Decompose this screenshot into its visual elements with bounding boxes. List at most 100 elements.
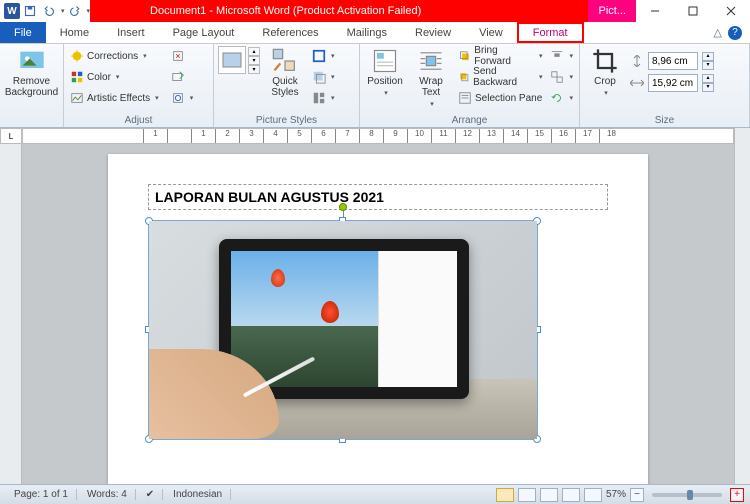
ruler-vertical[interactable] (0, 144, 22, 484)
zoom-thumb[interactable] (687, 490, 693, 500)
view-print-layout[interactable] (496, 488, 514, 502)
width-input[interactable]: 15,92 cm (648, 74, 698, 92)
corrections-button[interactable]: Corrections▾ (68, 46, 161, 66)
close-button[interactable] (712, 0, 750, 22)
ribbon: Remove Background Corrections▾ Color▾ Ar… (0, 44, 750, 128)
view-outline[interactable] (562, 488, 580, 502)
wrap-text-icon (417, 47, 445, 75)
crop-icon (591, 47, 619, 75)
width-up[interactable]: ▴ (702, 74, 714, 83)
selection-pane-icon (458, 91, 472, 105)
compress-icon (171, 49, 185, 63)
group-label-size: Size (584, 114, 745, 127)
tab-mailings[interactable]: Mailings (333, 22, 401, 43)
selected-picture[interactable] (148, 220, 538, 440)
tab-page-layout[interactable]: Page Layout (159, 22, 249, 43)
tab-insert[interactable]: Insert (103, 22, 159, 43)
height-icon (630, 55, 644, 67)
width-spinner[interactable]: 15,92 cm ▴▾ (630, 74, 714, 92)
view-web-layout[interactable] (540, 488, 558, 502)
window-title: Document1 - Microsoft Word (Product Acti… (90, 0, 588, 22)
width-icon (630, 77, 644, 89)
ribbon-tabs: File Home Insert Page Layout References … (0, 22, 750, 44)
window-controls (636, 0, 750, 22)
quick-styles-icon (271, 47, 299, 75)
height-down[interactable]: ▾ (702, 61, 714, 70)
maximize-button[interactable] (674, 0, 712, 22)
align-button[interactable]: ▾ (548, 46, 575, 66)
width-down[interactable]: ▾ (702, 83, 714, 92)
tab-file[interactable]: File (0, 22, 46, 43)
undo-dropdown-icon[interactable]: ▾ (61, 7, 65, 15)
zoom-in-button[interactable]: + (730, 488, 744, 502)
zoom-slider[interactable] (652, 493, 722, 497)
redo-icon[interactable] (66, 2, 84, 20)
picture-effects-button[interactable]: ▾ (310, 67, 337, 87)
wrap-text-button[interactable]: Wrap Text▾ (410, 46, 452, 110)
status-page[interactable]: Page: 1 of 1 (6, 489, 77, 500)
send-backward-button[interactable]: Send Backward▾ (456, 67, 544, 87)
artistic-effects-button[interactable]: Artistic Effects▾ (68, 88, 161, 108)
height-spinner[interactable]: 8,96 cm ▴▾ (630, 52, 714, 70)
group-adjust: Corrections▾ Color▾ Artistic Effects▾ ▾ … (64, 44, 214, 127)
color-icon (70, 70, 84, 84)
group-label-arrange: Arrange (364, 114, 575, 127)
remove-bg-icon (18, 47, 46, 75)
heading-text-box[interactable]: LAPORAN BULAN AGUSTUS 2021 (148, 184, 608, 210)
undo-icon[interactable] (40, 2, 58, 20)
save-icon[interactable] (21, 2, 39, 20)
group-objects-button[interactable]: ▾ (548, 67, 575, 87)
remove-background-button[interactable]: Remove Background (4, 46, 59, 100)
status-proofing-icon[interactable]: ✔ (138, 489, 163, 500)
reset-pic-icon (171, 91, 185, 105)
position-icon (371, 47, 399, 75)
tab-review[interactable]: Review (401, 22, 465, 43)
view-draft[interactable] (584, 488, 602, 502)
rotate-handle[interactable] (339, 203, 347, 211)
tab-format[interactable]: Format (517, 22, 584, 43)
effects-icon (312, 70, 326, 84)
vertical-scrollbar[interactable] (734, 144, 750, 484)
height-up[interactable]: ▴ (702, 52, 714, 61)
zoom-out-button[interactable]: − (630, 488, 644, 502)
status-words[interactable]: Words: 4 (79, 489, 136, 500)
ribbon-minimize-icon[interactable]: △ (714, 26, 722, 39)
view-full-screen[interactable] (518, 488, 536, 502)
picture-layout-button[interactable]: ▾ (310, 88, 337, 108)
minimize-button[interactable] (636, 0, 674, 22)
status-language[interactable]: Indonesian (165, 489, 231, 500)
color-button[interactable]: Color▾ (68, 67, 161, 87)
document-canvas[interactable]: LAPORAN BULAN AGUSTUS 2021 (22, 144, 734, 484)
layout-icon (312, 91, 326, 105)
ruler-row: L 1123456789101112131415161718 (0, 128, 750, 144)
ruler-horizontal[interactable]: 1123456789101112131415161718 (22, 128, 734, 144)
tab-references[interactable]: References (248, 22, 332, 43)
help-icon[interactable]: ? (728, 26, 742, 40)
quick-access-toolbar: W ▾ ▾ (0, 2, 90, 20)
bring-forward-button[interactable]: Bring Forward▾ (456, 46, 544, 66)
word-app-icon[interactable]: W (4, 3, 20, 19)
picture-border-button[interactable]: ▾ (310, 46, 337, 66)
crop-button[interactable]: Crop▾ (584, 46, 626, 99)
style-option[interactable] (218, 46, 246, 74)
position-button[interactable]: Position▾ (364, 46, 406, 99)
align-icon (550, 49, 564, 63)
selection-pane-button[interactable]: Selection Pane (456, 88, 544, 108)
context-tab-label[interactable]: Pict... (588, 0, 636, 22)
send-backward-icon (458, 70, 470, 84)
artistic-icon (70, 91, 84, 105)
height-input[interactable]: 8,96 cm (648, 52, 698, 70)
quick-styles-button[interactable]: Quick Styles (264, 46, 306, 100)
zoom-level[interactable]: 57% (606, 489, 626, 500)
tab-view[interactable]: View (465, 22, 517, 43)
rotate-button[interactable]: ▾ (548, 88, 575, 108)
change-pic-button[interactable] (169, 67, 196, 87)
compress-pic-button[interactable] (169, 46, 196, 66)
style-gallery[interactable]: ▴▾▾ (218, 46, 260, 74)
ruler-toggle[interactable] (734, 128, 750, 144)
ruler-corner[interactable]: L (0, 128, 22, 144)
tab-home[interactable]: Home (46, 22, 103, 43)
reset-pic-button[interactable]: ▾ (169, 88, 196, 108)
group-size: Crop▾ 8,96 cm ▴▾ 15,92 cm ▴▾ Size (580, 44, 750, 127)
rotate-icon (550, 91, 564, 105)
